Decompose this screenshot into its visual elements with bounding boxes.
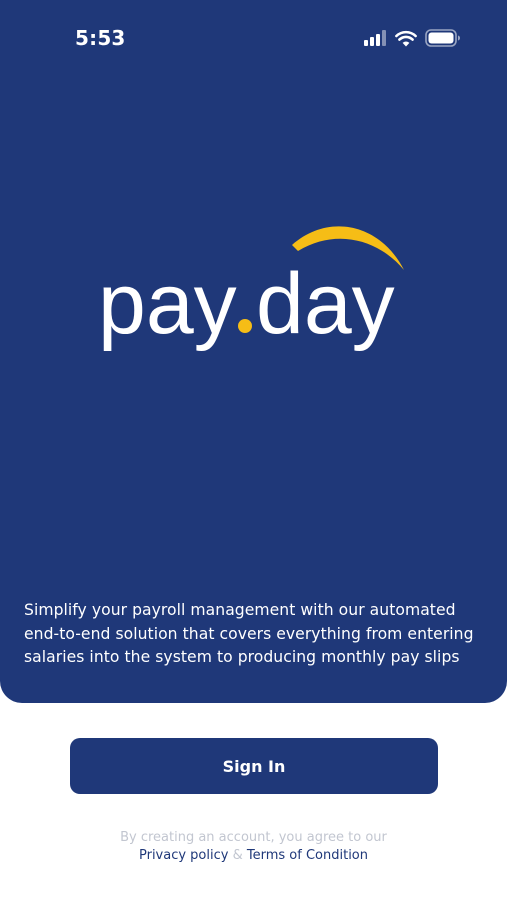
terms-prefix: By creating an account, you agree to our [120,830,387,845]
sign-in-label: Sign In [222,756,286,776]
terms-separator: & [232,848,243,863]
signal-icon [364,30,386,46]
payday-logo: pay day [90,205,420,375]
logo-dot [238,319,252,333]
logo-text-day: day [256,256,395,352]
svg-text:day: day [256,256,395,352]
wifi-icon [395,30,417,46]
terms-notice: By creating an account, you agree to our… [0,829,507,865]
hero-panel: 5:53 pay day Simplify your payroll manag… [0,0,507,703]
logo-text-pay: pay [98,256,237,352]
privacy-policy-link[interactable]: Privacy policy [139,848,228,863]
welcome-screen: 5:53 pay day Simplify your payroll manag… [0,0,507,900]
tagline: Simplify your payroll management with ou… [24,601,474,666]
status-time: 5:53 [75,26,126,50]
status-bar: 5:53 [0,0,507,76]
svg-text:pay: pay [98,256,237,352]
terms-of-condition-link[interactable]: Terms of Condition [247,848,368,863]
status-icons [364,27,461,49]
battery-icon [425,29,460,47]
sign-in-button[interactable]: Sign In [70,738,438,794]
